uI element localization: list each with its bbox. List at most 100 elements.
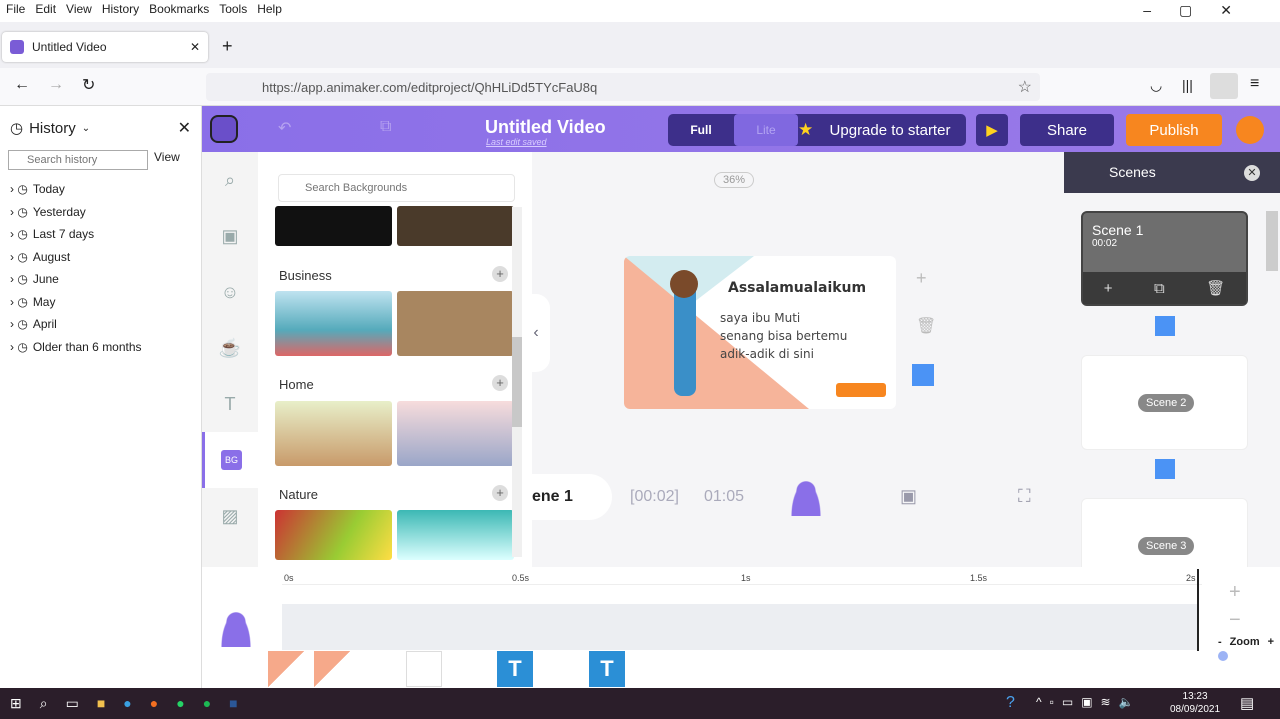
add-icon[interactable]: + [492,485,508,501]
duplicate-icon[interactable]: ⧉ [380,118,391,136]
user-avatar[interactable] [1236,116,1264,144]
reload-icon[interactable]: ↻ [82,75,95,95]
scrollbar[interactable] [512,207,522,557]
pocket-icon[interactable]: ◡ [1150,77,1162,94]
zoom-minus[interactable]: - [1218,636,1222,648]
search-icon[interactable]: ⌕ [40,695,48,712]
share-button[interactable]: Share [1020,114,1114,146]
collapse-panel-icon[interactable]: ‹ [522,294,550,372]
background-clip[interactable] [268,651,304,687]
background-thumbnail[interactable] [397,510,514,560]
delete-icon[interactable]: 🗑 [916,316,936,336]
delete-icon[interactable]: 🗑 [1206,279,1225,297]
text-clip[interactable]: T [589,651,625,687]
duplicate-icon[interactable]: ⧉ [1154,280,1165,297]
playhead[interactable] [1197,569,1199,651]
background-thumbnail[interactable] [275,206,392,246]
background-thumbnail[interactable] [397,401,514,466]
whatsapp-icon[interactable]: ● [176,695,184,712]
edge-icon[interactable]: ● [123,695,131,712]
full-mode-toggle[interactable]: Full [668,114,734,146]
word-icon[interactable]: ■ [229,695,237,712]
help-icon[interactable]: ? [1006,694,1015,712]
close-sidebar-icon[interactable]: ✕ [178,118,191,138]
character-avatar-icon[interactable] [790,480,822,516]
scrollbar[interactable] [1266,197,1278,565]
view-button[interactable]: View [154,150,180,170]
background-thumbnail[interactable] [275,291,392,356]
tray-icons[interactable]: ^▫▭▣≋🔈 [1036,695,1142,709]
spotify-icon[interactable]: ● [203,695,211,712]
undo-icon[interactable]: ↶ [278,118,291,138]
bookmark-star-icon[interactable]: ☆ [1018,77,1032,97]
scene-duration[interactable]: [00:02] [630,488,679,506]
text-clip[interactable]: T [497,651,533,687]
publish-button[interactable]: Publish [1126,114,1222,146]
close-scenes-icon[interactable]: ✕ [1244,165,1260,181]
back-icon[interactable]: ← [14,76,30,94]
character-track[interactable] [282,604,1198,650]
menu-history[interactable]: History [102,2,139,20]
lite-mode-toggle[interactable]: Lite [734,114,798,146]
search-icon[interactable]: ⌕ [202,152,258,208]
image-icon[interactable]: ▨ [202,488,258,544]
library-icon[interactable]: ||| [1182,77,1193,93]
zoom-in-icon[interactable]: + [1229,581,1241,604]
menu-icon[interactable]: ≡ [1250,75,1259,93]
video-preview-icon[interactable]: ▣ [900,486,917,507]
sidebar-toggle-icon[interactable] [1210,73,1238,99]
search-history-input[interactable] [8,150,148,170]
history-item[interactable]: › ◷ Yesterday [0,201,201,224]
background-thumbnail[interactable] [275,401,392,466]
props-icon[interactable]: ☕ [202,320,258,376]
time-ruler[interactable]: 0s 0.5s 1s 1.5s 2s [282,567,1202,585]
forward-icon[interactable]: → [48,76,64,94]
character-clip[interactable] [406,651,442,687]
background-tab[interactable]: BG [202,432,258,488]
clock[interactable]: 13:23 08/09/2021 [1170,690,1220,716]
background-clip[interactable] [314,651,350,687]
notifications-icon[interactable]: ▤ [1240,694,1254,712]
url-bar[interactable]: https://app.animaker.com/editproject/QhH… [206,73,1040,101]
zoom-out-icon[interactable]: − [1229,609,1241,632]
window-controls[interactable]: –▢✕ [1143,2,1260,19]
task-view-icon[interactable]: ▭ [66,695,79,712]
file-explorer-icon[interactable]: ■ [97,695,105,712]
firefox-icon[interactable]: ● [150,695,158,712]
scene-card-2[interactable]: Scene 2 [1081,355,1248,450]
fullscreen-icon[interactable]: ⛶ [1018,486,1031,507]
text-icon[interactable]: T [202,376,258,432]
add-icon[interactable]: + [492,375,508,391]
browser-tab[interactable]: Untitled Video ✕ [2,32,208,62]
menu-bookmarks[interactable]: Bookmarks [149,2,209,20]
scene-card-1[interactable]: Scene 1 00:02 + ⧉ 🗑 [1081,211,1248,306]
background-thumbnail[interactable] [397,291,514,356]
menu-edit[interactable]: Edit [35,2,56,20]
history-item[interactable]: › ◷ April [0,313,201,336]
swap-button[interactable] [912,364,934,386]
add-icon[interactable]: + [1104,280,1113,297]
play-preview-button[interactable]: ▶ [976,114,1008,146]
transition-button[interactable] [1155,459,1175,479]
zoom-slider[interactable] [1218,651,1228,661]
history-item[interactable]: › ◷ May [0,291,201,314]
add-icon[interactable]: + [492,266,508,282]
menu-view[interactable]: View [66,2,92,20]
upgrade-button[interactable]: Upgrade to starter [820,114,960,146]
start-icon[interactable]: ⊞ [10,695,22,712]
close-tab-icon[interactable]: ✕ [190,40,200,54]
history-item[interactable]: › ◷ Last 7 days [0,223,201,246]
character-icon[interactable]: ☺ [202,264,258,320]
search-backgrounds-input[interactable] [278,174,515,202]
new-tab-icon[interactable]: + [222,36,233,57]
menu-file[interactable]: File [6,2,25,20]
background-thumbnail[interactable] [275,510,392,560]
scene-template-icon[interactable]: ▣ [202,208,258,264]
scene-name-pill[interactable]: ene 1 [522,474,612,520]
history-item[interactable]: › ◷ June [0,268,201,291]
background-thumbnail[interactable] [397,206,514,246]
history-item[interactable]: › ◷ Older than 6 months [0,336,201,359]
menu-help[interactable]: Help [257,2,282,20]
add-scene-icon[interactable]: + [916,268,927,289]
zoom-plus[interactable]: + [1268,636,1274,648]
